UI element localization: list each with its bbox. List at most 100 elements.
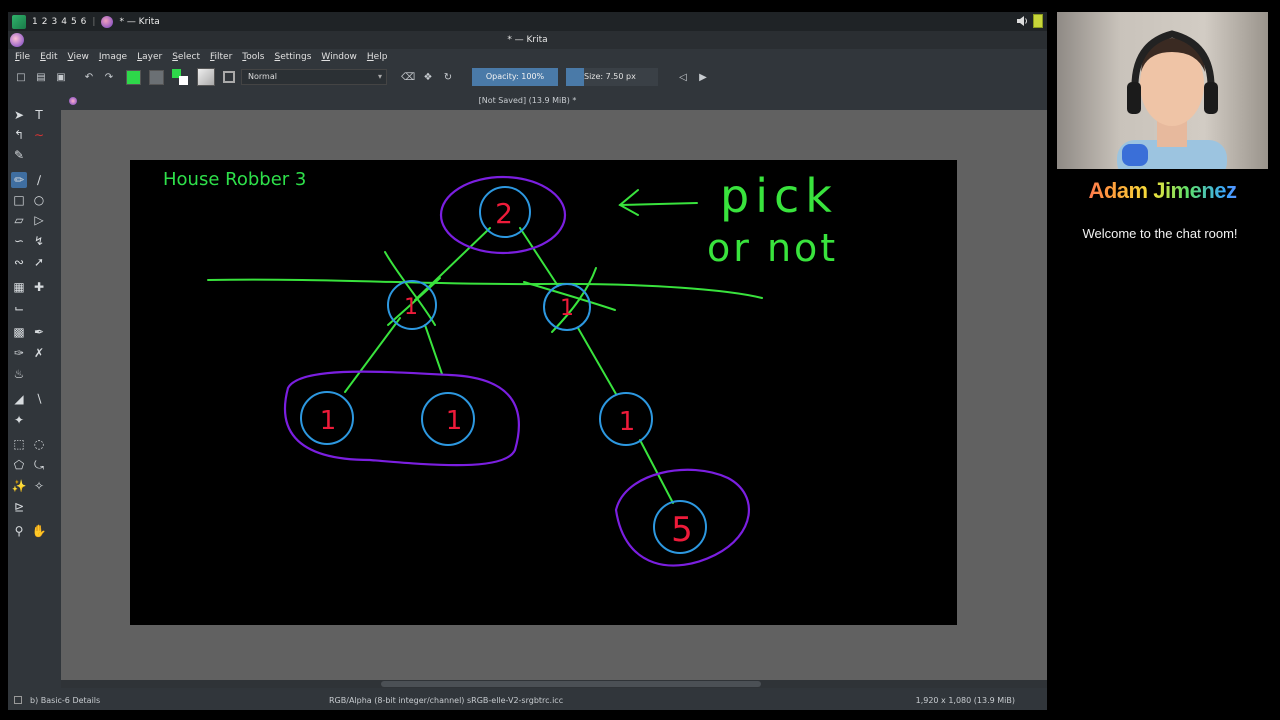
smart-patch-tool-icon[interactable]: ✗ [31, 345, 47, 361]
krita-taskbar-icon[interactable] [101, 15, 114, 28]
freehand-selection-tool-icon[interactable]: ⤿ [31, 457, 47, 473]
color-picker-tool-icon[interactable]: ✒ [31, 324, 47, 340]
freehand-path-tool-icon[interactable]: ↯ [31, 233, 47, 249]
menu-view[interactable]: View [68, 52, 89, 62]
menu-window[interactable]: Window [321, 52, 357, 62]
ellipse-tool-icon[interactable]: ○ [31, 192, 47, 208]
menu-edit[interactable]: Edit [40, 52, 57, 62]
status-color-profile[interactable]: RGB/Alpha (8-bit integer/channel) sRGB-e… [329, 692, 563, 710]
menu-tools[interactable]: Tools [242, 52, 264, 62]
redo-icon[interactable]: ↷ [102, 70, 116, 84]
bezier-tool-icon[interactable]: ∽ [11, 233, 27, 249]
document-canvas[interactable]: 2 1 1 1 1 1 5 pick or not House Robber 3 [130, 160, 957, 625]
multibrush-tool-icon[interactable]: ➚ [31, 254, 47, 270]
mirror-horizontal-icon[interactable]: ◁ [676, 70, 690, 84]
similar-color-selection-tool-icon[interactable]: ✧ [31, 478, 47, 494]
rectangle-tool-icon[interactable]: □ [11, 192, 27, 208]
assistant-tool-icon[interactable]: ◢ [11, 391, 27, 407]
move-tool-icon[interactable]: ✚ [31, 279, 47, 295]
taskbar-window-title[interactable]: * — Krita [119, 17, 159, 27]
node-value-left-left: 1 [320, 406, 337, 436]
taskbar-separator: | [92, 16, 96, 27]
pattern-grid-icon[interactable] [223, 71, 235, 83]
brush-preset-button[interactable] [197, 68, 215, 86]
zoom-tool-icon[interactable]: ⚲ [11, 523, 27, 539]
gradient-tool-icon[interactable]: ▩ [11, 324, 27, 340]
edge-left-rightchild [424, 324, 443, 375]
foreground-color-swatch[interactable] [126, 69, 141, 85]
open-document-icon[interactable]: ▤ [34, 70, 48, 84]
measure-tool-icon[interactable]: ∖ [31, 391, 47, 407]
menu-file[interactable]: File [15, 52, 30, 62]
reference-images-tool-icon[interactable]: ✦ [11, 412, 27, 428]
streamer-name: Adam Jimenez [1057, 178, 1268, 204]
background-color-swatch[interactable] [149, 69, 164, 85]
mirror-vertical-icon[interactable]: ▶ [696, 70, 710, 84]
menu-bar: File Edit View Image Layer Select Filter… [8, 49, 1047, 65]
menu-help[interactable]: Help [367, 52, 388, 62]
edit-shapes-tool-icon[interactable]: ↰ [11, 127, 27, 143]
tree-edges [207, 189, 763, 504]
menu-image[interactable]: Image [99, 52, 127, 62]
annotation-or-not: or not [707, 226, 838, 270]
menu-layer[interactable]: Layer [137, 52, 162, 62]
menu-settings[interactable]: Settings [274, 52, 311, 62]
streamer-webcam-image [1117, 30, 1227, 169]
horizontal-scrollbar[interactable] [61, 680, 1047, 688]
text-tool-icon[interactable]: T [31, 107, 47, 123]
menu-select[interactable]: Select [172, 52, 200, 62]
workspace-3[interactable]: 3 [51, 17, 57, 27]
volume-icon[interactable] [1015, 14, 1029, 28]
menu-filter[interactable]: Filter [210, 52, 232, 62]
desktop-logo-icon[interactable] [12, 14, 26, 29]
krita-window: 1 2 3 4 5 6 | * — Krita * — Krita File E… [8, 12, 1047, 710]
node-value-right-child: 1 [619, 407, 636, 437]
line-tool-icon[interactable]: ∕ [31, 172, 47, 188]
elliptical-selection-tool-icon[interactable]: ◌ [31, 436, 47, 452]
krita-app-icon[interactable] [10, 33, 24, 47]
polygon-tool-icon[interactable]: ▱ [11, 212, 27, 228]
node-value-five: 5 [671, 510, 693, 550]
colorize-mask-tool-icon[interactable]: ✑ [11, 345, 27, 361]
status-brush[interactable]: b) Basic-6 Details [14, 692, 100, 710]
tool-options-bar: □ ▤ ▣ ↶ ↷ Normal ⌫ ❖ ↻ Opacity: 100% Siz… [8, 67, 1047, 87]
contiguous-selection-tool-icon[interactable]: ✨ [11, 478, 27, 494]
alpha-lock-icon[interactable]: ❖ [421, 70, 435, 84]
workspace-5[interactable]: 5 [71, 17, 77, 27]
scrollbar-thumb[interactable] [381, 681, 761, 687]
annotation: pick or not [707, 169, 838, 270]
eraser-icon[interactable]: ⌫ [401, 70, 415, 84]
undo-icon[interactable]: ↶ [82, 70, 96, 84]
workspace-2[interactable]: 2 [42, 17, 48, 27]
fill-tool-icon[interactable]: ✎ [11, 147, 27, 163]
polygonal-selection-tool-icon[interactable]: ⬠ [11, 457, 27, 473]
workspace-6[interactable]: 6 [81, 17, 87, 27]
brush-size-slider[interactable]: Size: 7.50 px [566, 68, 658, 86]
edge-root-left [414, 227, 491, 301]
document-tab[interactable]: [Not Saved] (13.9 MiB) * [8, 94, 1047, 108]
reload-preset-icon[interactable]: ↻ [441, 70, 455, 84]
save-document-icon[interactable]: ▣ [54, 70, 68, 84]
color-swap-icon[interactable] [172, 69, 188, 85]
select-shapes-tool-icon[interactable]: ➤ [11, 107, 27, 123]
transform-tool-icon[interactable]: ▦ [11, 279, 27, 295]
node-value-left: 1 [404, 295, 418, 320]
magnetic-selection-tool-icon[interactable]: ⊵ [11, 499, 27, 515]
battery-icon[interactable] [1033, 14, 1043, 28]
document-tab-label: [Not Saved] (13.9 MiB) * [478, 96, 577, 105]
polyline-tool-icon[interactable]: ▷ [31, 212, 47, 228]
workspace-1[interactable]: 1 [32, 17, 38, 27]
status-dimensions[interactable]: 1,920 x 1,080 (13.9 MiB) [916, 692, 1015, 710]
dynamic-brush-tool-icon[interactable]: ∾ [11, 254, 27, 270]
freehand-brush-tool-icon[interactable]: ✏ [11, 172, 27, 188]
pan-tool-icon[interactable]: ✋ [31, 523, 47, 539]
fill-bucket-tool-icon[interactable]: ♨ [11, 366, 27, 382]
blend-mode-select[interactable]: Normal [241, 69, 387, 85]
workspace-4[interactable]: 4 [61, 17, 67, 27]
opacity-slider[interactable]: Opacity: 100% [472, 68, 558, 86]
calligraphy-tool-icon[interactable]: ∼ [31, 127, 47, 143]
new-document-icon[interactable]: □ [14, 70, 28, 84]
crop-tool-icon[interactable]: ⌙ [11, 300, 27, 316]
canvas-viewport[interactable]: 2 1 1 1 1 1 5 pick or not House Robber 3 [61, 110, 1047, 680]
rectangular-selection-tool-icon[interactable]: ⬚ [11, 436, 27, 452]
